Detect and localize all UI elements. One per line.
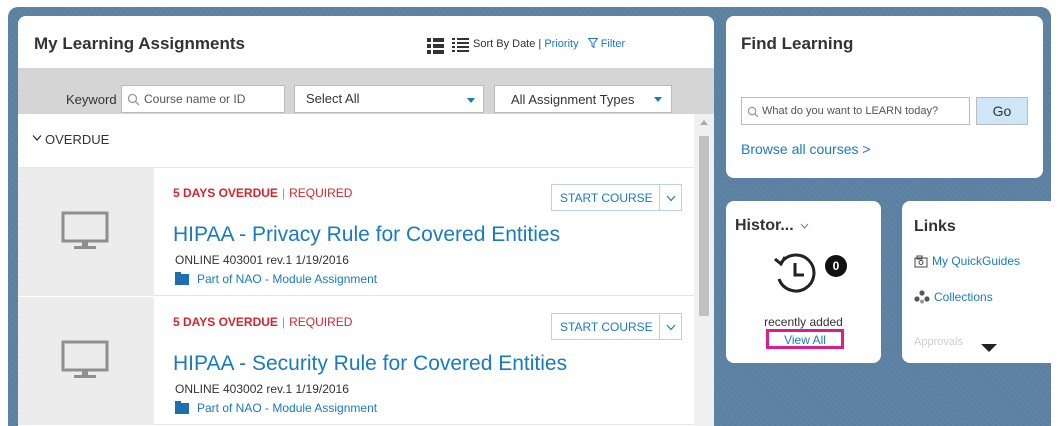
expand-links-icon[interactable] xyxy=(981,344,997,352)
course-item: 5 DAYS OVERDUE | REQUIRED START COURSE HIP… xyxy=(18,168,694,296)
course-item: 5 DAYS OVERDUE | REQUIRED START COURSE HIP… xyxy=(18,297,694,425)
filter-icon xyxy=(587,38,599,49)
tag-separator: | xyxy=(281,186,286,200)
overdue-section-toggle[interactable]: OVERDUE xyxy=(18,114,694,168)
view-all-link[interactable]: View All xyxy=(766,329,844,349)
course-tags: 5 DAYS OVERDUE | REQUIRED xyxy=(173,315,352,329)
sort-separator: | xyxy=(538,38,542,50)
overdue-section-label: OVERDUE xyxy=(45,132,110,147)
collections-icon xyxy=(914,290,930,304)
app-background: My Learning Assignments Sort By Date | P… xyxy=(8,7,1051,426)
sort-by-date-link[interactable]: Sort By Date xyxy=(473,38,535,50)
course-meta: ONLINE 403002 rev.1 1/19/2016 xyxy=(175,382,349,396)
tag-separator: | xyxy=(281,315,286,329)
chevron-down-icon xyxy=(467,98,475,103)
go-button[interactable]: Go xyxy=(976,97,1028,125)
my-quickguides-label: My QuickGuides xyxy=(932,254,1021,268)
keyword-search-input[interactable]: Course name or ID xyxy=(121,85,285,113)
learn-search-input[interactable]: What do you want to LEARN today? xyxy=(741,97,970,125)
chevron-down-icon xyxy=(32,135,42,141)
chevron-down-icon xyxy=(666,195,676,202)
recently-added-label: recently added xyxy=(764,315,843,329)
collections-label: Collections xyxy=(934,290,993,304)
overdue-badge: 5 DAYS OVERDUE xyxy=(173,186,278,200)
assignment-list: OVERDUE 5 DAYS OVERDUE | REQUIRED START CO… xyxy=(18,114,694,426)
keyword-label: Keyword xyxy=(66,92,117,107)
find-learning-panel: Find Learning What do you want to LEARN … xyxy=(726,16,1043,178)
browse-all-courses-link[interactable]: Browse all courses > xyxy=(741,141,871,157)
course-assignment-link[interactable]: Part of NAO - Module Assignment xyxy=(175,271,378,286)
scroll-up-icon[interactable] xyxy=(700,120,708,125)
course-title-link[interactable]: HIPAA - Privacy Rule for Covered Entitie… xyxy=(173,223,560,247)
search-icon xyxy=(747,106,759,118)
search-icon xyxy=(127,93,140,106)
assignment-types-dropdown[interactable]: All Assignment Types xyxy=(494,85,672,113)
history-title[interactable]: Histor... xyxy=(735,217,809,235)
chevron-down-icon xyxy=(666,324,676,331)
links-panel: Links My QuickGuides Collections Approva… xyxy=(902,201,1051,363)
start-course-button[interactable]: START COURSE xyxy=(551,313,660,340)
my-quickguides-link[interactable]: My QuickGuides xyxy=(914,254,1020,268)
chevron-down-icon xyxy=(654,97,662,102)
compact-list-view-icon[interactable] xyxy=(452,38,469,54)
scrollbar-thumb[interactable] xyxy=(699,136,709,316)
select-all-value: Select All xyxy=(306,91,360,106)
assignments-toolbar: Keyword Course name or ID Select All All… xyxy=(18,68,714,114)
course-thumbnail xyxy=(18,168,154,296)
sort-by-priority-link[interactable]: Priority xyxy=(544,38,578,50)
assignment-types-value: All Assignment Types xyxy=(511,92,635,107)
find-learning-title: Find Learning xyxy=(741,34,854,53)
learning-assignments-panel: My Learning Assignments Sort By Date | P… xyxy=(18,16,714,426)
required-badge: REQUIRED xyxy=(289,186,353,200)
assignments-title: My Learning Assignments xyxy=(34,34,245,53)
course-part-label: Part of NAO - Module Assignment xyxy=(197,401,378,415)
history-panel: Histor... 0 recently added View All xyxy=(726,201,881,363)
assignment-list-scrollbar[interactable] xyxy=(694,114,714,426)
learn-search-placeholder: What do you want to LEARN today? xyxy=(762,105,939,117)
detail-list-view-icon[interactable] xyxy=(427,38,444,54)
start-course-button[interactable]: START COURSE xyxy=(551,184,660,211)
course-assignment-link[interactable]: Part of NAO - Module Assignment xyxy=(175,400,378,415)
folder-icon xyxy=(175,271,189,285)
history-clock-icon xyxy=(774,253,816,293)
required-badge: REQUIRED xyxy=(289,315,353,329)
start-course-menu-button[interactable] xyxy=(659,184,682,211)
links-title: Links xyxy=(914,218,956,235)
view-toggle xyxy=(427,38,469,54)
overdue-badge: 5 DAYS OVERDUE xyxy=(173,315,278,329)
approvals-link[interactable]: Approvals xyxy=(914,336,963,348)
course-tags: 5 DAYS OVERDUE | REQUIRED xyxy=(173,186,352,200)
monitor-icon xyxy=(61,211,109,249)
course-part-label: Part of NAO - Module Assignment xyxy=(197,272,378,286)
course-meta: ONLINE 403001 rev.1 1/19/2016 xyxy=(175,253,349,267)
chevron-down-icon xyxy=(800,223,809,229)
sort-controls: Sort By Date | Priority Filter xyxy=(473,38,625,50)
folder-icon xyxy=(175,400,189,414)
collections-link[interactable]: Collections xyxy=(914,290,993,304)
quickguide-icon xyxy=(914,255,928,267)
course-thumbnail xyxy=(18,297,154,425)
history-title-label: Histor... xyxy=(735,217,794,234)
filter-label: Filter xyxy=(600,38,626,50)
history-count-badge: 0 xyxy=(825,255,847,277)
course-title-link[interactable]: HIPAA - Security Rule for Covered Entiti… xyxy=(173,352,567,376)
start-course-menu-button[interactable] xyxy=(659,313,682,340)
keyword-placeholder: Course name or ID xyxy=(144,92,246,106)
select-all-dropdown[interactable]: Select All xyxy=(294,85,484,113)
monitor-icon xyxy=(61,340,109,378)
filter-button[interactable]: Filter xyxy=(587,38,626,50)
